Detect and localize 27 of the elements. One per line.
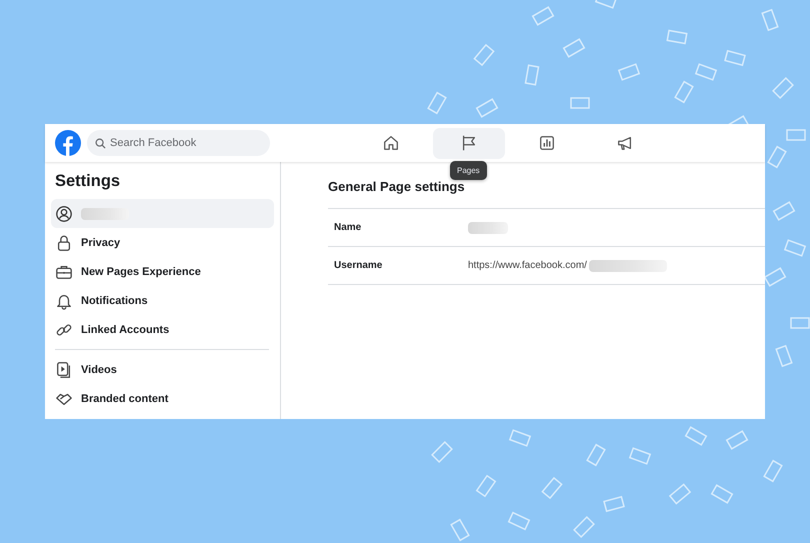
video-icon [55, 360, 73, 378]
flag-icon [460, 134, 478, 152]
sidebar-title: Settings [55, 172, 122, 191]
tooltip: Pages [450, 160, 487, 180]
sidebar-item[interactable]: New Pages Experience [51, 257, 274, 286]
logo-icon[interactable] [55, 130, 81, 156]
item-label: Branded content [81, 392, 168, 404]
field-label: Name [333, 222, 362, 233]
field-value: https://www.facebook.com/ [468, 260, 587, 271]
profile-icon [55, 204, 73, 222]
item-label: Privacy [81, 236, 120, 248]
home-icon [382, 134, 400, 152]
megaphone-icon [616, 134, 634, 152]
item-label: Notifications [81, 294, 148, 306]
item-label: Videos [81, 364, 117, 376]
field-label: Username [333, 260, 384, 271]
sidebar-item[interactable]: Branded content [51, 384, 274, 413]
item-label: Linked Accounts [81, 324, 170, 336]
item-label: New Pages Experience [81, 266, 201, 278]
chart-icon [538, 134, 556, 152]
section-title: General Page settings [328, 179, 466, 194]
lock-icon [55, 234, 73, 252]
sidebar-item[interactable]: Privacy [51, 228, 274, 257]
search-field[interactable]: Search Facebook [87, 130, 270, 156]
sidebar-item[interactable]: Notifications [51, 286, 274, 315]
sidebar-item[interactable]: Linked Accounts [51, 315, 274, 344]
sidebar-item[interactable]: Videos [51, 355, 274, 384]
